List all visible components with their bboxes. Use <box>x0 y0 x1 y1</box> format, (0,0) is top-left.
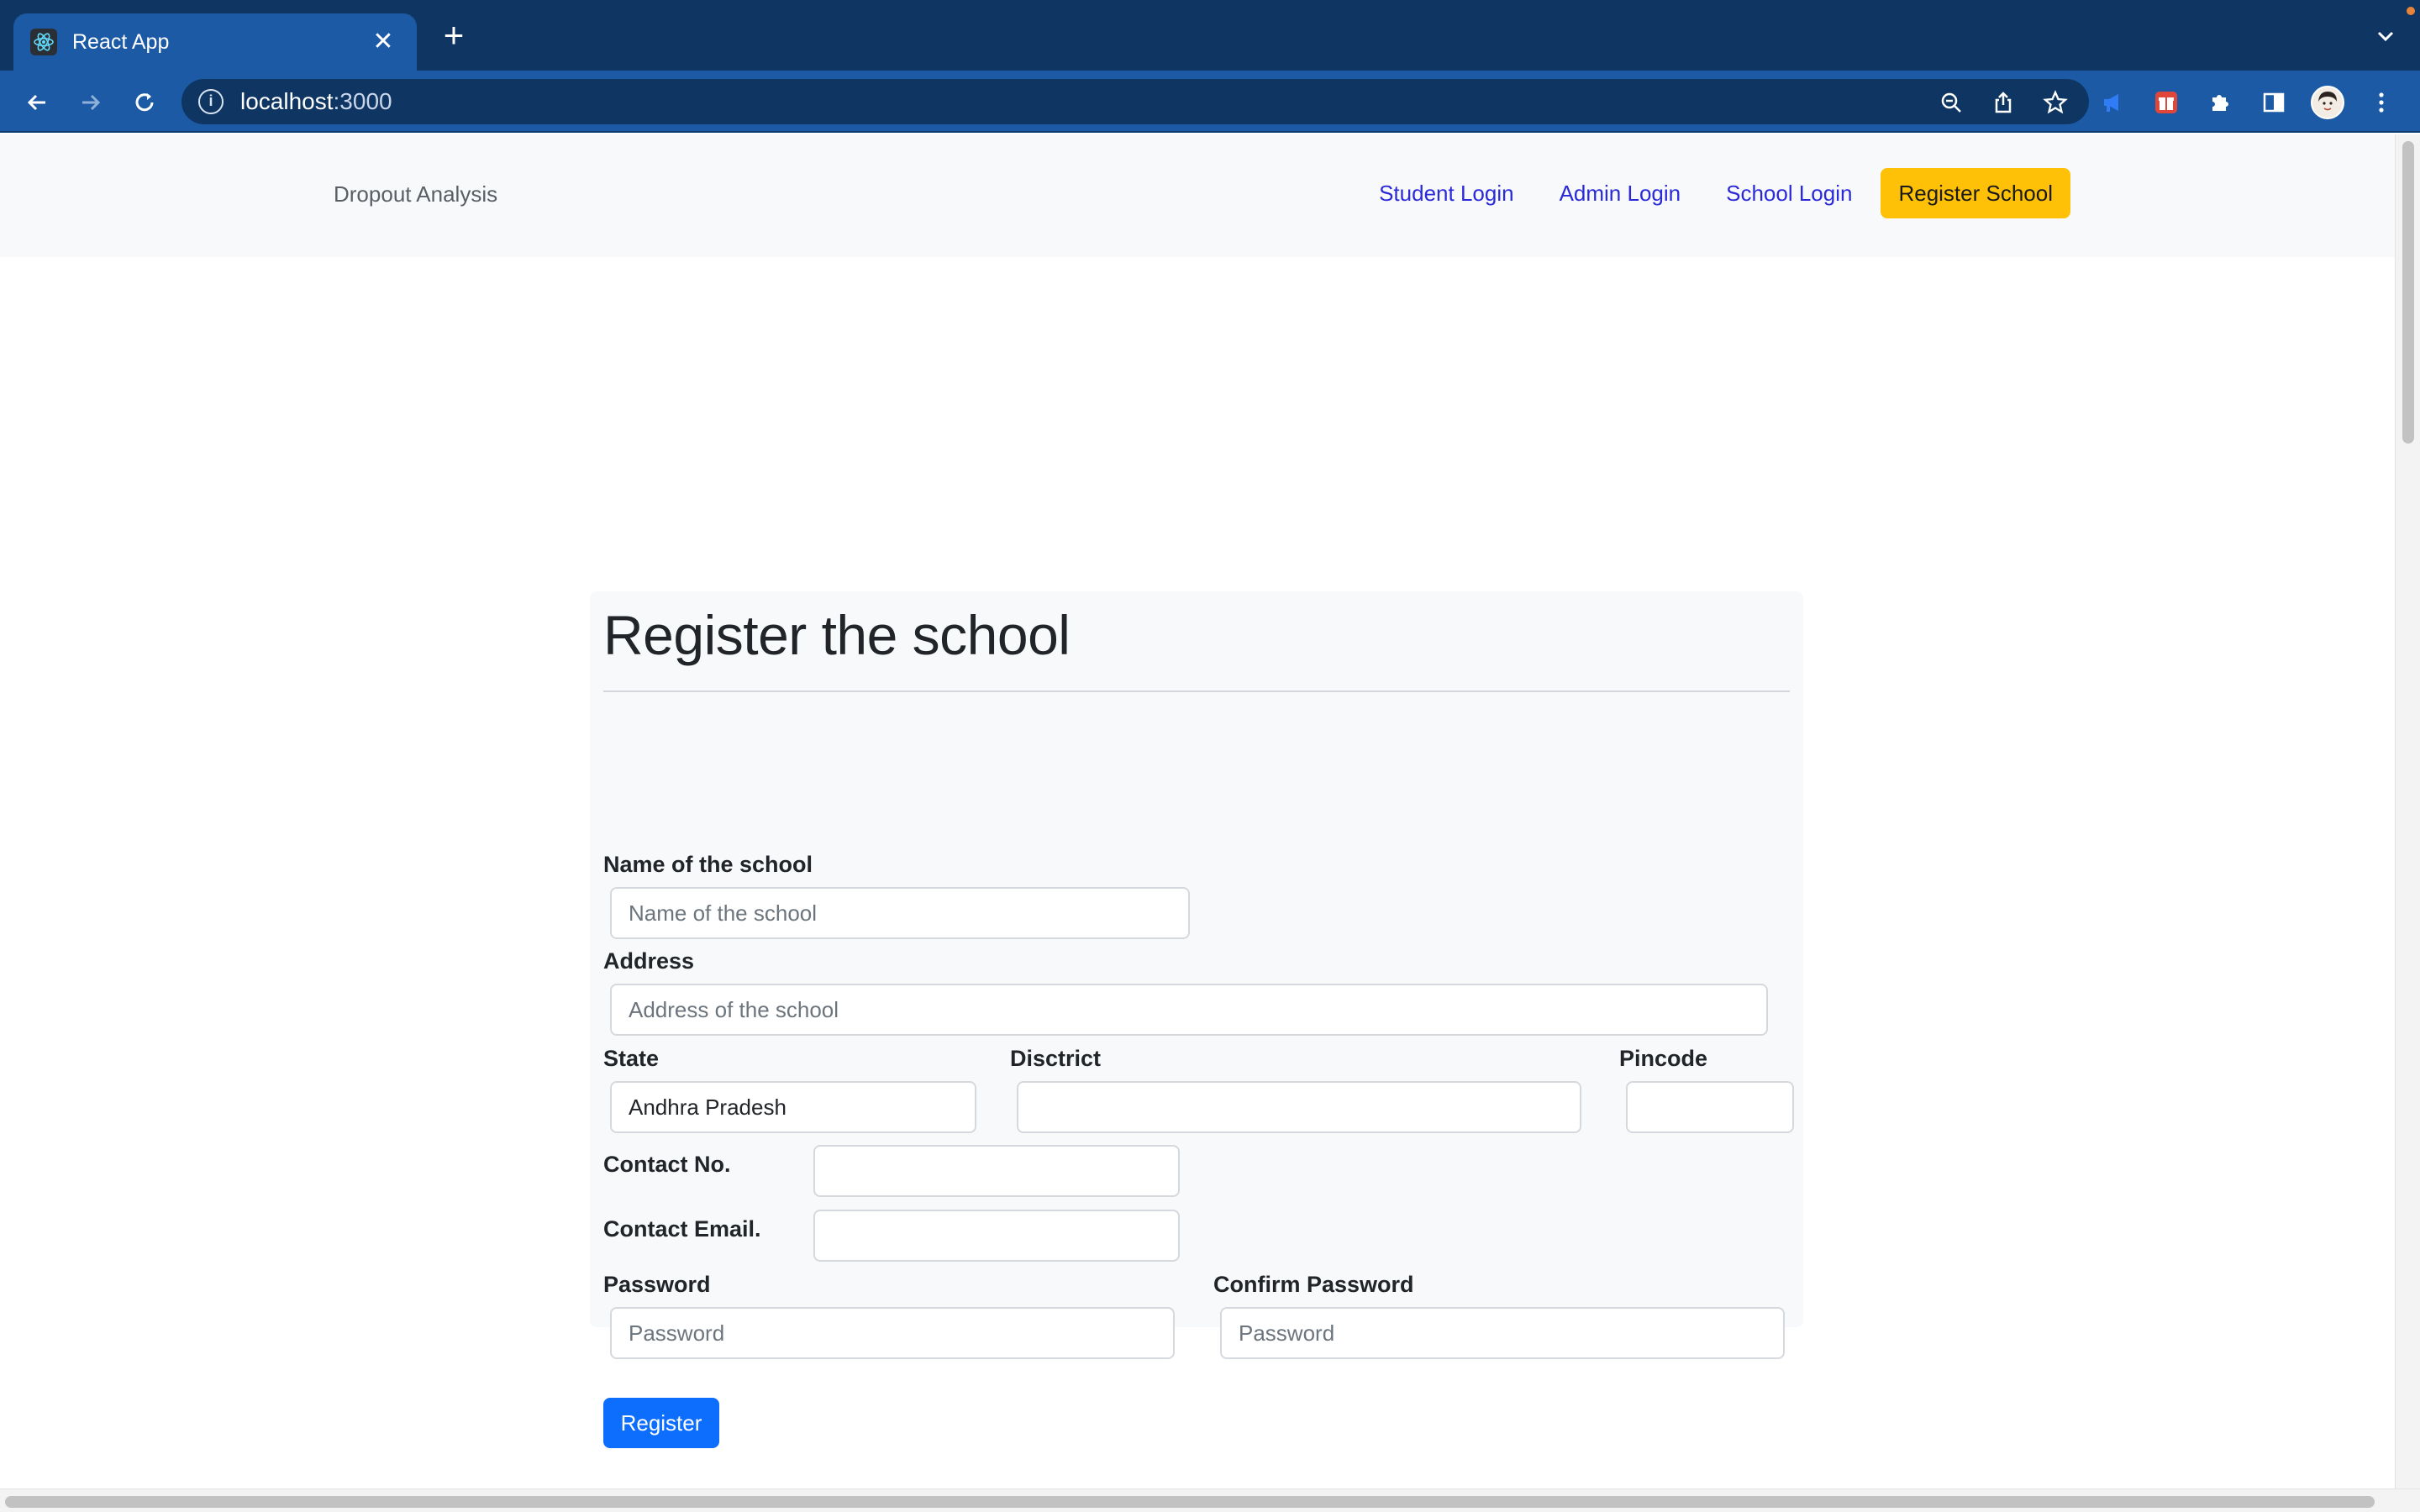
contact-email-label: Contact Email. <box>603 1216 761 1242</box>
address-bar[interactable]: i localhost:3000 <box>182 79 2089 124</box>
back-arrow-icon[interactable] <box>18 84 55 121</box>
browser-toolbar: i localhost:3000 <box>0 71 2420 133</box>
divider <box>603 690 1790 692</box>
browser-tab-strip: React App ✕ + <box>0 0 2420 71</box>
contact-no-label: Contact No. <box>603 1152 731 1177</box>
reload-icon[interactable] <box>126 84 163 121</box>
window-indicator-dot <box>2407 7 2415 15</box>
vertical-scroll-thumb[interactable] <box>2402 141 2414 444</box>
pincode-label: Pincode <box>1619 1046 1708 1071</box>
tab-title: React App <box>72 29 170 54</box>
page-title: Register the school <box>603 604 1071 666</box>
horizontal-scroll-thumb[interactable] <box>5 1496 2375 1508</box>
brand-link[interactable]: Dropout Analysis <box>334 181 497 207</box>
school-name-label: Name of the school <box>603 852 813 877</box>
state-input[interactable] <box>610 1081 976 1133</box>
gift-extension-icon[interactable] <box>2148 84 2185 121</box>
horizontal-scrollbar[interactable] <box>0 1488 2420 1512</box>
forward-arrow-icon[interactable] <box>72 84 109 121</box>
bookmark-star-icon[interactable] <box>2039 86 2072 119</box>
tab-search-chevron-icon[interactable] <box>2373 24 2398 49</box>
address-label: Address <box>603 948 695 974</box>
vertical-scrollbar[interactable] <box>2395 134 2420 1488</box>
confirm-password-input[interactable] <box>1220 1307 1785 1359</box>
nav-school-login[interactable]: School Login <box>1726 181 1852 207</box>
profile-avatar[interactable] <box>2309 84 2346 121</box>
close-tab-icon[interactable]: ✕ <box>366 29 400 55</box>
nav-student-login[interactable]: Student Login <box>1379 181 1513 207</box>
share-icon[interactable] <box>1986 86 2020 119</box>
side-panel-icon[interactable] <box>2255 84 2292 121</box>
state-label: State <box>603 1046 660 1071</box>
password-input[interactable] <box>610 1307 1175 1359</box>
pincode-input[interactable] <box>1626 1081 1794 1133</box>
register-school-card: Register the school Name of the school A… <box>590 591 1803 1448</box>
school-name-input[interactable] <box>610 887 1190 939</box>
district-label: Disctrict <box>1010 1046 1102 1071</box>
district-input[interactable] <box>1017 1081 1581 1133</box>
site-info-icon[interactable]: i <box>198 89 224 114</box>
address-input[interactable] <box>610 984 1768 1036</box>
new-tab-icon[interactable]: + <box>435 18 472 55</box>
nav-links: Student Login Admin Login School Login R… <box>1334 168 2070 218</box>
browser-tab[interactable]: React App ✕ <box>13 13 417 71</box>
browser-menu-icon[interactable] <box>2363 84 2400 121</box>
extensions-puzzle-icon[interactable] <box>2202 84 2238 121</box>
nav-admin-login[interactable]: Admin Login <box>1560 181 1681 207</box>
contact-no-input[interactable] <box>813 1145 1180 1197</box>
megaphone-extension-icon[interactable] <box>2094 84 2131 121</box>
react-logo-icon <box>30 29 57 55</box>
url-text: localhost:3000 <box>240 88 392 114</box>
contact-email-input[interactable] <box>813 1210 1180 1262</box>
password-label: Password <box>603 1272 711 1297</box>
register-button[interactable]: Register <box>603 1398 719 1448</box>
site-navbar: Dropout Analysis Student Login Admin Log… <box>0 134 2395 257</box>
confirm-password-label: Confirm Password <box>1213 1272 1414 1297</box>
zoom-icon[interactable] <box>1934 86 1968 119</box>
register-school-button[interactable]: Register School <box>1881 168 2070 218</box>
page-viewport: Dropout Analysis Student Login Admin Log… <box>0 134 2395 1488</box>
